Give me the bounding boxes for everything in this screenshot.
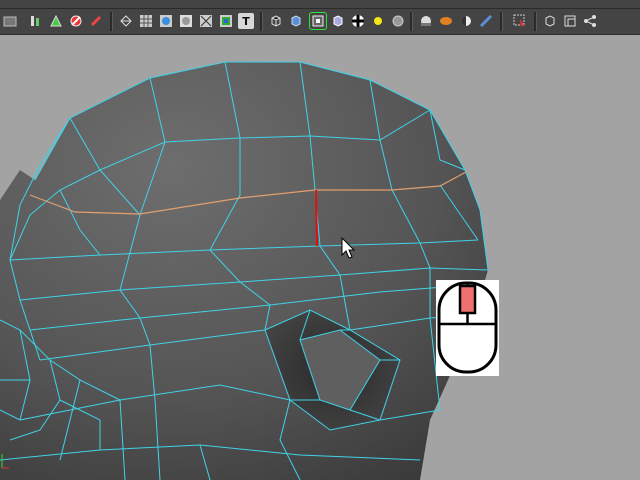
paint-weights-icon[interactable] — [68, 13, 84, 29]
uv-editor-icon[interactable] — [28, 13, 44, 29]
mesh-head — [0, 61, 489, 480]
paint-brush-icon[interactable] — [88, 13, 104, 29]
paint-effects-icon[interactable] — [2, 13, 18, 29]
status-toolbar: T — [0, 9, 640, 35]
xray-icon[interactable] — [198, 13, 214, 29]
cube-wire-icon[interactable] — [268, 13, 284, 29]
smooth-shade-icon[interactable] — [178, 13, 194, 29]
title-strip — [0, 0, 640, 9]
middle-button-highlight — [458, 284, 477, 315]
vertex-color-icon[interactable] — [48, 13, 64, 29]
3d-viewport[interactable] — [0, 36, 640, 480]
light-bulb-icon[interactable] — [370, 13, 386, 29]
selected-edge — [315, 189, 318, 247]
mouse-button-indicator — [436, 280, 499, 376]
select-mode-icon[interactable] — [309, 12, 327, 30]
camera-icon[interactable] — [418, 13, 434, 29]
mouse-icon — [437, 281, 498, 374]
half-sphere-icon[interactable] — [458, 13, 474, 29]
wireframe-mode-icon[interactable] — [118, 13, 134, 29]
share-icon[interactable] — [582, 13, 598, 29]
checker-icon[interactable] — [350, 13, 366, 29]
gray-sphere-icon[interactable] — [390, 13, 406, 29]
orange-object-icon[interactable] — [438, 13, 454, 29]
mouse-cursor-icon — [341, 237, 356, 259]
axis-gizmo — [1, 454, 9, 469]
cube-shaded-icon[interactable] — [288, 13, 304, 29]
text-tool-icon[interactable]: T — [238, 13, 254, 29]
isolate-select-icon[interactable] — [512, 13, 528, 29]
shaded-sphere-icon[interactable] — [158, 13, 174, 29]
cube-lit-icon[interactable] — [330, 13, 346, 29]
two-panel-icon[interactable] — [562, 13, 578, 29]
grid-toggle-icon[interactable] — [138, 13, 154, 29]
render-icon[interactable] — [478, 13, 494, 29]
panel-layout-icon[interactable] — [542, 13, 558, 29]
texture-icon[interactable] — [218, 13, 234, 29]
